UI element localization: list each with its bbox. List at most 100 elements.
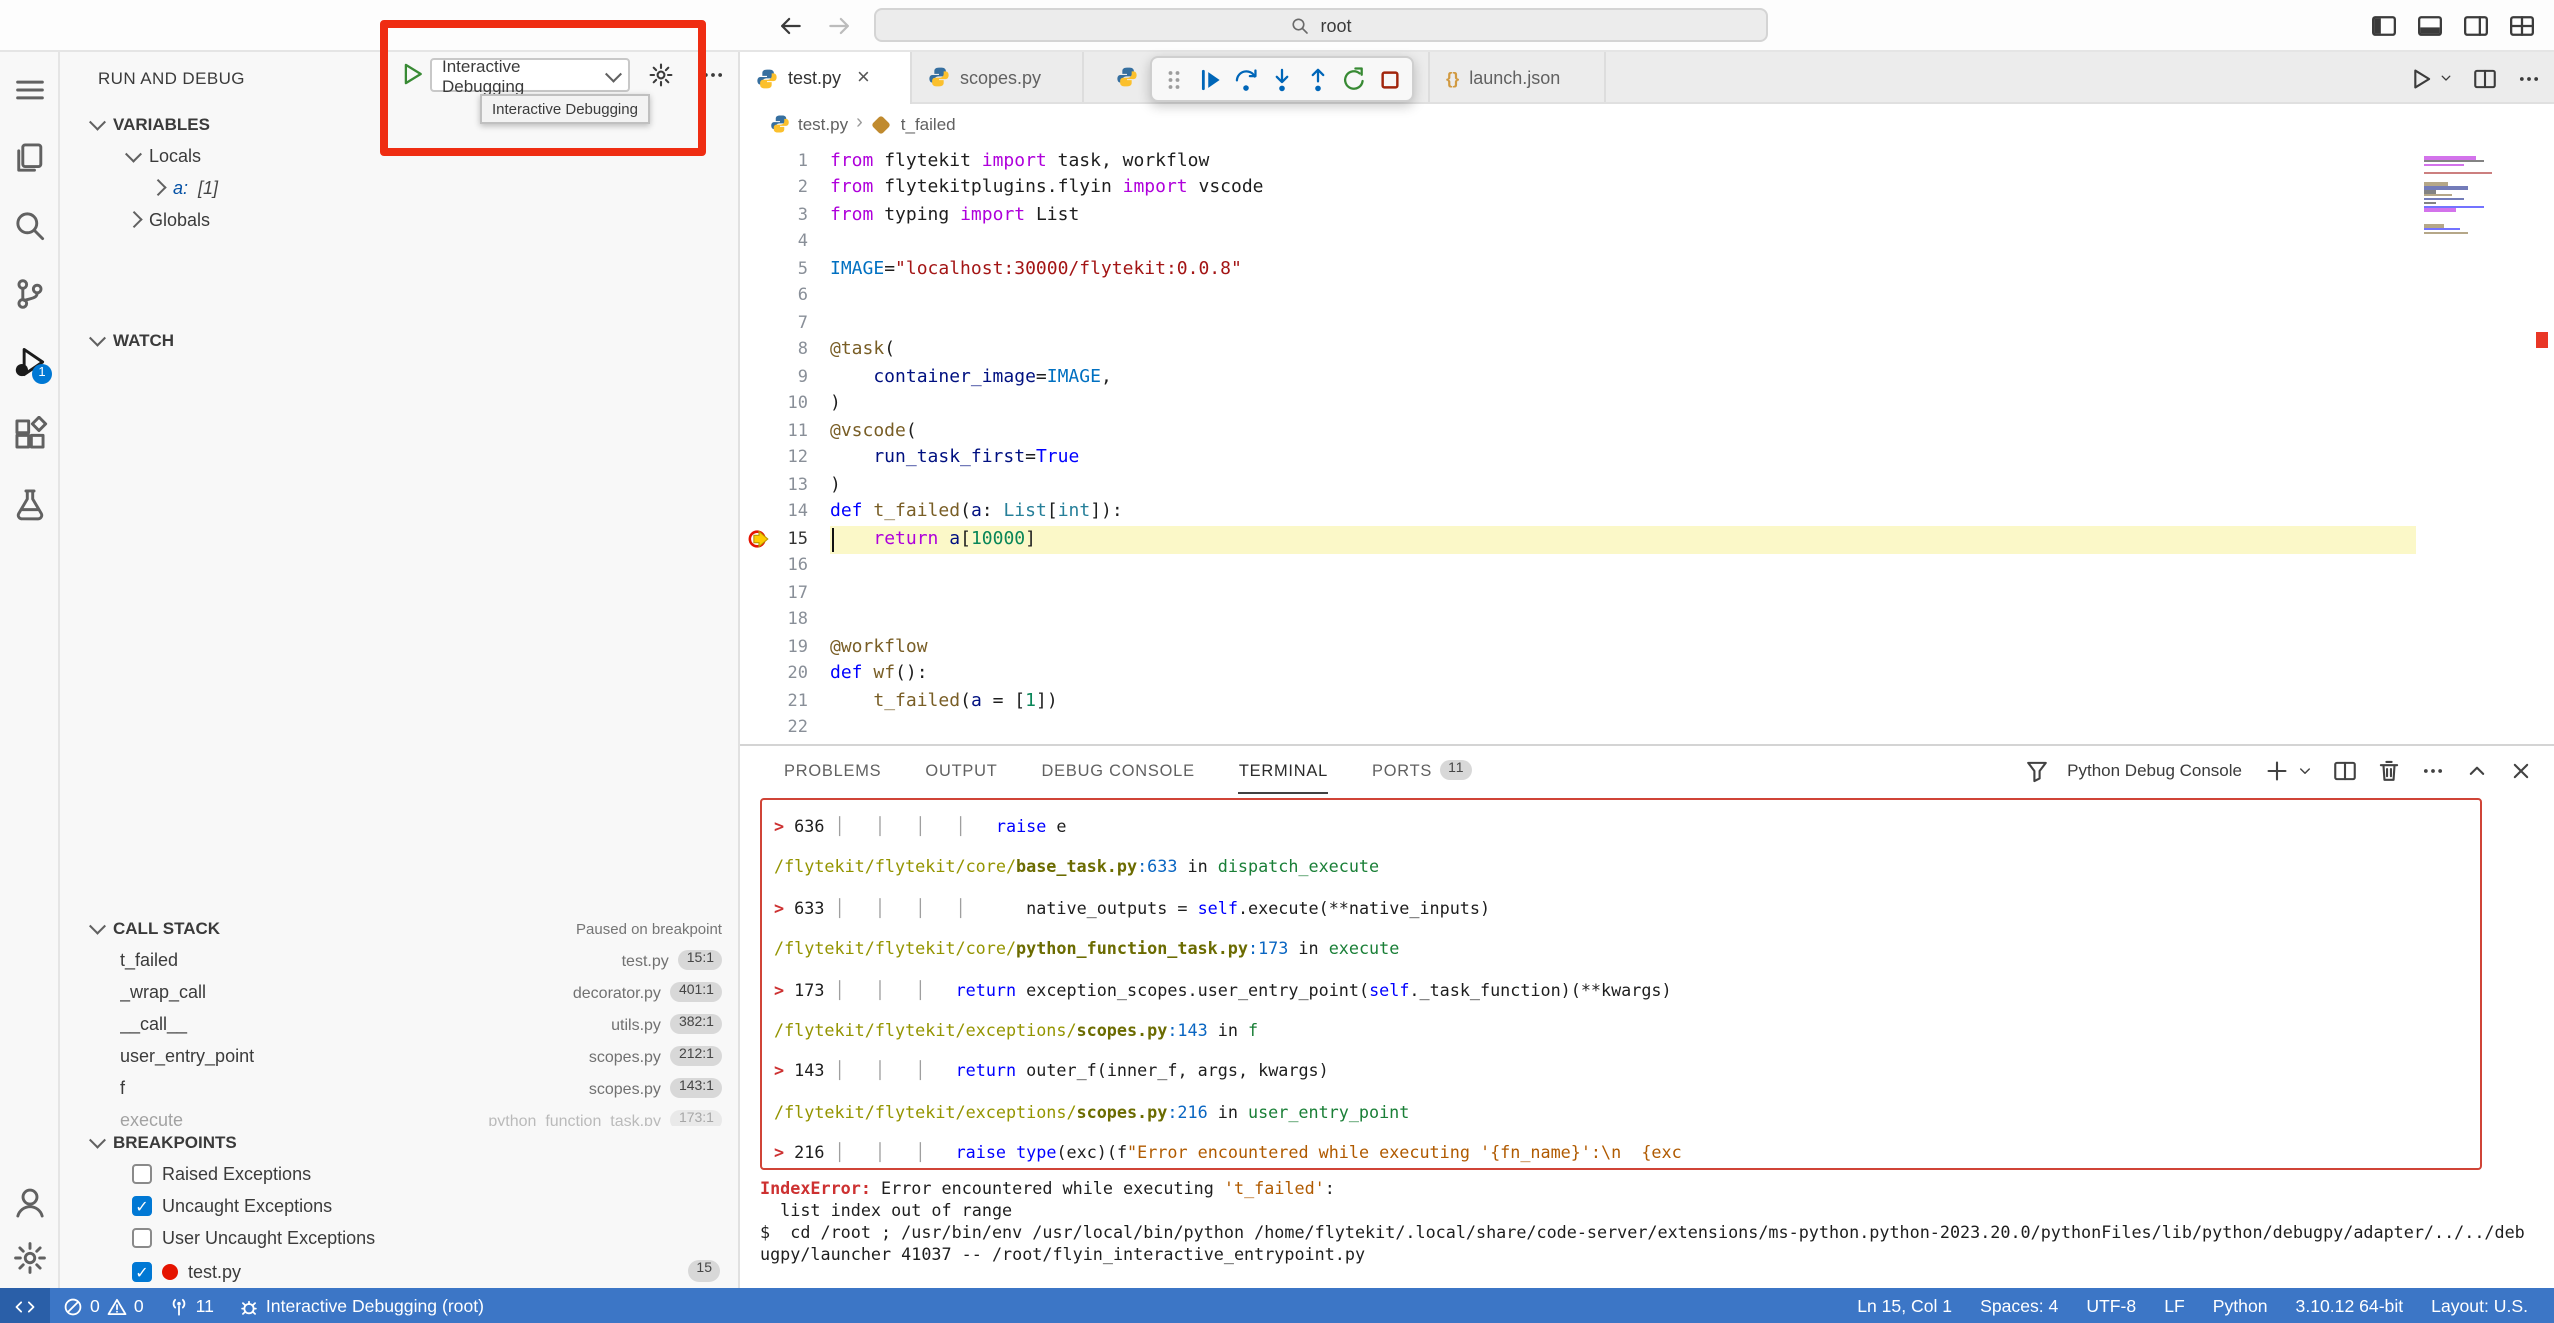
status-item[interactable]: LF	[2150, 1296, 2199, 1316]
checkbox[interactable]	[132, 1164, 152, 1184]
step-into-icon[interactable]	[1268, 65, 1296, 93]
call-stack-frame[interactable]: fscopes.py143:1	[60, 1072, 738, 1104]
problems-status[interactable]: 0 0	[50, 1288, 156, 1323]
command-center[interactable]: root	[874, 8, 1768, 42]
toggle-sidebar-icon[interactable]	[2370, 12, 2398, 40]
customize-layout-icon[interactable]	[2508, 12, 2536, 40]
drag-handle-icon[interactable]	[1160, 65, 1188, 93]
breakpoint-item[interactable]: Raised Exceptions	[60, 1158, 738, 1190]
testing-icon[interactable]	[12, 486, 48, 522]
breakpoint-label: Uncaught Exceptions	[162, 1197, 332, 1217]
continue-icon[interactable]	[1196, 65, 1224, 93]
maximize-panel-icon[interactable]	[2464, 757, 2490, 783]
explorer-icon[interactable]	[12, 140, 48, 176]
code-editor[interactable]: 1from flytekit import task, workflow2fro…	[740, 144, 2524, 744]
tab-test-py[interactable]: test.py ×	[740, 52, 912, 104]
more-actions-icon[interactable]	[2516, 65, 2542, 91]
new-terminal-icon[interactable]	[2264, 757, 2290, 783]
panel-tab-problems[interactable]: PROBLEMS	[784, 746, 881, 794]
panel-tab-debug-console[interactable]: DEBUG CONSOLE	[1042, 746, 1195, 794]
chevron-down-icon	[605, 65, 621, 81]
watch-section-header[interactable]: WATCH	[60, 324, 738, 356]
code-line: 4	[740, 229, 2524, 256]
remote-indicator[interactable]	[0, 1288, 50, 1323]
chevron-down-icon	[90, 918, 106, 934]
breadcrumb[interactable]: test.py › t_failed	[740, 104, 2554, 144]
breakpoint-item[interactable]: ✓test.py15	[60, 1255, 738, 1287]
status-item[interactable]: Layout: U.S.	[2417, 1296, 2542, 1316]
call-stack-frame[interactable]: _wrap_calldecorator.py401:1	[60, 976, 738, 1008]
breakpoint-item[interactable]: User Uncaught Exceptions	[60, 1223, 738, 1255]
start-debug-icon[interactable]	[398, 60, 426, 88]
kill-terminal-icon[interactable]	[2376, 757, 2402, 783]
restart-icon[interactable]	[1340, 65, 1368, 93]
run-python-file-icon[interactable]	[2408, 65, 2434, 91]
code-line: 2from flytekitplugins.flyin import vscod…	[740, 175, 2524, 202]
breakpoint-label: User Uncaught Exceptions	[162, 1229, 375, 1249]
checkbox[interactable]: ✓	[132, 1261, 152, 1281]
chevron-down-icon[interactable]	[2438, 70, 2454, 86]
step-over-icon[interactable]	[1232, 65, 1260, 93]
status-item[interactable]: Python	[2199, 1296, 2282, 1316]
panel-tab-output[interactable]: OUTPUT	[925, 746, 997, 794]
breakpoint-item[interactable]: ✓ Uncaught Exceptions	[60, 1190, 738, 1222]
breakpoint-label: Raised Exceptions	[162, 1164, 311, 1184]
status-item[interactable]: UTF-8	[2072, 1296, 2150, 1316]
activity-bar: 1	[0, 52, 60, 1288]
tab-launch-json[interactable]: {} launch.json	[1430, 52, 1606, 102]
extensions-icon[interactable]	[12, 416, 48, 452]
more-actions-icon[interactable]	[2420, 757, 2446, 783]
code-line: 5IMAGE="localhost:30000/flytekit:0.0.8"	[740, 256, 2524, 283]
account-icon[interactable]	[12, 1184, 48, 1220]
locals-tree-item[interactable]: Locals	[60, 140, 738, 172]
close-icon[interactable]: ×	[857, 68, 870, 88]
tab-scopes-py[interactable]: scopes.py	[912, 52, 1084, 102]
source-control-icon[interactable]	[12, 276, 48, 312]
variable-a-tree-item[interactable]: a: [1]	[60, 172, 738, 204]
checkbox[interactable]: ✓	[132, 1197, 152, 1217]
editor-group: test.py × scopes.py {} launch.json	[740, 52, 2554, 744]
close-panel-icon[interactable]	[2508, 757, 2534, 783]
status-item[interactable]: 3.10.12 64-bit	[2282, 1296, 2418, 1316]
checkbox[interactable]	[132, 1229, 152, 1249]
panel-tab-terminal[interactable]: TERMINAL	[1239, 746, 1328, 794]
python-icon	[1116, 66, 1138, 88]
minimap[interactable]	[2424, 156, 2512, 239]
split-editor-icon[interactable]	[2472, 65, 2498, 91]
terminal-output[interactable]: > 636 │ │ │ │ raise e/flytekit/flytekit/…	[740, 794, 2554, 1288]
debug-session-status[interactable]: Interactive Debugging (root)	[226, 1288, 496, 1323]
filter-icon[interactable]	[2023, 757, 2049, 783]
toggle-panel-icon[interactable]	[2416, 12, 2444, 40]
code-line: 1from flytekit import task, workflow	[740, 148, 2524, 175]
code-line: 18	[740, 607, 2524, 634]
terminal-selector[interactable]: Python Debug Console	[2067, 760, 2242, 780]
stop-icon[interactable]	[1376, 65, 1404, 93]
breakpoints-section-header[interactable]: BREAKPOINTS	[60, 1126, 738, 1158]
chevron-down-icon[interactable]	[2296, 761, 2314, 779]
code-line: 10)	[740, 391, 2524, 418]
status-item[interactable]: Ln 15, Col 1	[1843, 1296, 1966, 1316]
call-stack-frame[interactable]: t_failedtest.py15:1	[60, 944, 738, 976]
menu-icon[interactable]	[12, 72, 48, 108]
debug-config-dropdown[interactable]: Interactive Debugging	[430, 58, 630, 92]
more-actions-icon[interactable]	[700, 62, 726, 88]
ports-status[interactable]: 11	[156, 1288, 226, 1323]
status-item[interactable]: Spaces: 4	[1966, 1296, 2072, 1316]
step-out-icon[interactable]	[1304, 65, 1332, 93]
panel-tab-ports[interactable]: PORTS11	[1372, 746, 1472, 794]
settings-gear-icon[interactable]	[12, 1240, 48, 1276]
search-view-icon[interactable]	[12, 208, 48, 244]
back-icon[interactable]	[776, 12, 804, 40]
call-stack-section-header[interactable]: CALL STACK Paused on breakpoint	[60, 912, 738, 944]
call-stack-frame[interactable]: user_entry_pointscopes.py212:1	[60, 1040, 738, 1072]
status-bar: 0 0 11 Interactive Debugging (root) Ln 1…	[0, 1288, 2554, 1323]
globals-tree-item[interactable]: Globals	[60, 204, 738, 236]
split-terminal-icon[interactable]	[2332, 757, 2358, 783]
breakpoint-label: test.py	[188, 1261, 241, 1281]
call-stack-frame[interactable]: __call__utils.py382:1	[60, 1008, 738, 1040]
toggle-secondary-sidebar-icon[interactable]	[2462, 12, 2490, 40]
debug-settings-gear-icon[interactable]	[648, 62, 674, 88]
traceback-box: > 636 │ │ │ │ raise e/flytekit/flytekit/…	[760, 798, 2482, 1170]
forward-icon[interactable]	[826, 12, 854, 40]
call-stack-frame[interactable]: executepython_function_task.py173:1	[60, 1104, 738, 1126]
